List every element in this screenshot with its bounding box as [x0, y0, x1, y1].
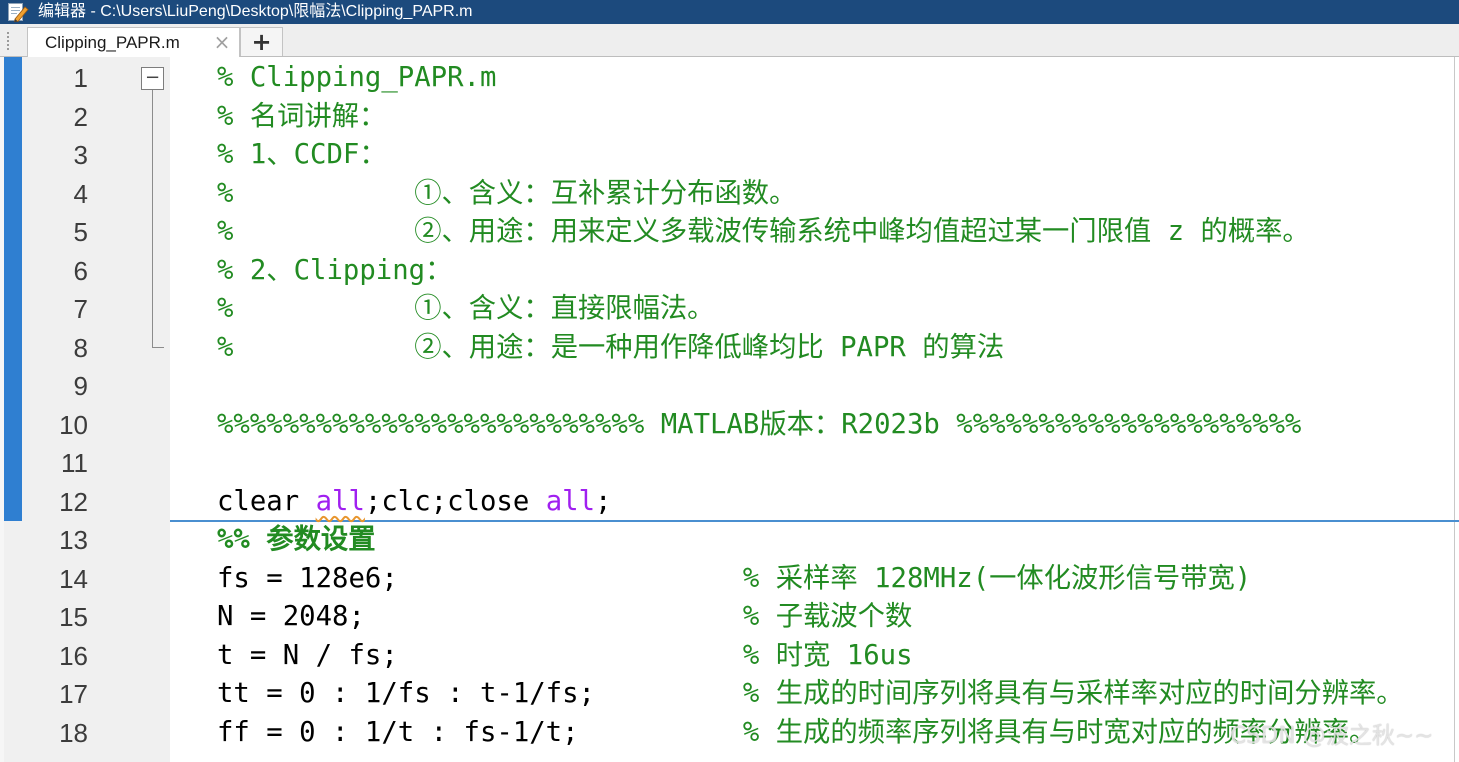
tab-bar-grip[interactable] — [7, 32, 11, 50]
code-token: ;clc;close — [364, 485, 546, 517]
code-token: t = N / fs; — [217, 639, 398, 671]
code-token: ; — [595, 485, 612, 517]
line-text[interactable]: fs = 128e6; % 采样率 128MHz(一体化波形信号带宽) — [217, 560, 1251, 599]
comment-token: % 采样率 128MHz(一体化波形信号带宽) — [742, 562, 1252, 594]
code-line: 5 % ②、用途：用来定义多载波传输系统中峰均值超过某一门限值 z 的概率。 — [0, 213, 1454, 252]
code-token: clear — [217, 485, 316, 517]
line-number[interactable]: 8 — [22, 329, 88, 368]
line-number[interactable]: 2 — [22, 98, 88, 137]
tab-label: Clipping_PAPR.m — [45, 33, 180, 52]
code-line: 2 % 名词讲解： — [0, 98, 1454, 137]
close-icon[interactable]: × — [213, 28, 231, 57]
code-editor[interactable]: − 1% Clipping_PAPR.m 2% 名词讲解： 3% 1、CCDF：… — [0, 57, 1459, 762]
add-tab-button[interactable]: + — [240, 27, 283, 56]
line-number[interactable]: 12 — [22, 483, 88, 522]
line-text[interactable]: %% 参数设置 — [217, 521, 376, 560]
line-text[interactable]: ff = 0 : 1/t : fs-1/t;% 生成的频率序列将具有与时宽对应的… — [217, 714, 1376, 753]
line-text[interactable]: t = N / fs; % 时宽 16us — [217, 637, 913, 676]
line-number[interactable]: 4 — [22, 175, 88, 214]
tab-bar: Clipping_PAPR.m × + — [0, 24, 1459, 57]
code-line: 9 — [0, 367, 1454, 406]
line-number[interactable]: 13 — [22, 521, 88, 560]
code-line: 17 tt = 0 : 1/fs : t-1/fs; % 生成的时间序列将具有与采样… — [0, 675, 1454, 714]
line-number[interactable]: 14 — [22, 560, 88, 599]
code-line: 16 t = N / fs; % 时宽 16us — [0, 637, 1454, 676]
comment-token: % ①、含义：互补累计分布函数。 — [217, 177, 797, 209]
line-number[interactable]: 11 — [22, 444, 88, 483]
line-number[interactable]: 3 — [22, 136, 88, 175]
line-text[interactable]: clear all;clc;close all; — [217, 483, 611, 522]
line-number[interactable]: 10 — [22, 406, 88, 445]
line-text[interactable]: % 1、CCDF： — [217, 136, 387, 175]
line-number[interactable]: 1 — [22, 59, 88, 98]
line-text[interactable]: % 名词讲解： — [217, 98, 386, 137]
line-text[interactable]: % ①、含义：直接限幅法。 — [217, 290, 714, 329]
line-number[interactable]: 17 — [22, 675, 88, 714]
title-bar: 编辑器 - C:\Users\LiuPeng\Desktop\限幅法\Clipp… — [0, 0, 1459, 24]
tab-clipping-papr[interactable]: Clipping_PAPR.m × — [27, 27, 240, 57]
comment-token: % 时宽 16us — [742, 639, 913, 671]
line-number[interactable]: 7 — [22, 290, 88, 329]
code-line: 3 % 1、CCDF： — [0, 136, 1454, 175]
comment-token: % 名词讲解： — [217, 100, 387, 132]
code-token: tt = 0 : 1/fs : t-1/fs; — [217, 678, 595, 709]
code-line: 8 % ②、用途：是一种用作降低峰均比 PAPR 的算法 — [0, 329, 1454, 368]
line-number[interactable]: 6 — [22, 252, 88, 291]
line-number[interactable]: 9 — [22, 367, 88, 406]
code-line: 12 clear all;clc;close all; — [0, 483, 1454, 522]
comment-token: % 1、CCDF： — [217, 139, 387, 170]
code-line: 14 fs = 128e6; % 采样率 128MHz(一体化波形信号带宽) — [0, 560, 1454, 599]
code-line: 1 % Clipping_PAPR.m — [0, 59, 1454, 98]
code-line: 11 — [0, 444, 1454, 483]
comment-token: % 2、Clipping： — [217, 254, 453, 286]
string-token: all — [545, 485, 596, 517]
editor-icon — [7, 2, 29, 23]
code-token: fs = 128e6; — [217, 562, 398, 594]
comment-token: %%%%%%%%%%%%%%%%%%%%%%%%%% MATLAB版本：R202… — [217, 408, 1302, 440]
code-line: 7 % ①、含义：直接限幅法。 — [0, 290, 1454, 329]
editor-right-border — [1454, 57, 1455, 762]
string-token: all — [315, 485, 365, 517]
line-text[interactable]: N = 2048; % 子载波个数 — [217, 598, 912, 637]
line-text[interactable]: % ①、含义：互补累计分布函数。 — [217, 175, 796, 214]
code-line: 10 %%%%%%%%%%%%%%%%%%%%%%%%%% MATLAB版本：R2… — [0, 406, 1454, 445]
code-lines: 1 % Clipping_PAPR.m 2 % 名词讲解： 3 % 1、CCDF： 4… — [0, 59, 1454, 752]
code-token: N = 2048; — [217, 601, 365, 632]
line-number[interactable]: 15 — [22, 598, 88, 637]
code-token: ff = 0 : 1/t : fs-1/t; — [217, 716, 579, 748]
comment-token: % 生成的时间序列将具有与采样率对应的时间分辨率。 — [742, 678, 1404, 709]
plus-icon: + — [251, 28, 272, 56]
code-line: 13 %% 参数设置 — [0, 521, 1454, 560]
line-number[interactable]: 16 — [22, 637, 88, 676]
section-title: %% 参数设置 — [217, 524, 376, 555]
comment-token: % ②、用途：用来定义多载波传输系统中峰均值超过某一门限值 z 的概率。 — [217, 216, 1310, 247]
comment-token: % ①、含义：直接限幅法。 — [217, 293, 715, 324]
comment-token: % Clipping_PAPR.m — [217, 62, 497, 93]
line-text[interactable]: %%%%%%%%%%%%%%%%%%%%%%%%%% MATLAB版本：R202… — [217, 406, 1301, 445]
watermark: CSDN @波之秋~~ — [1230, 723, 1434, 749]
line-text[interactable]: % Clipping_PAPR.m — [217, 59, 496, 98]
line-text[interactable]: % 2、Clipping： — [217, 252, 452, 291]
comment-token: % ②、用途：是一种用作降低峰均比 PAPR 的算法 — [217, 331, 1005, 363]
code-line: 6 % 2、Clipping： — [0, 252, 1454, 291]
line-number[interactable]: 18 — [22, 714, 88, 753]
comment-token: % 子载波个数 — [742, 601, 913, 632]
line-text[interactable]: % ②、用途：是一种用作降低峰均比 PAPR 的算法 — [217, 329, 1004, 368]
line-text[interactable]: % ②、用途：用来定义多载波传输系统中峰均值超过某一门限值 z 的概率。 — [217, 213, 1310, 252]
code-line: 4 % ①、含义：互补累计分布函数。 — [0, 175, 1454, 214]
code-line: 15 N = 2048; % 子载波个数 — [0, 598, 1454, 637]
window-title: 编辑器 - C:\Users\LiuPeng\Desktop\限幅法\Clipp… — [38, 3, 473, 20]
line-number[interactable]: 5 — [22, 213, 88, 252]
line-text[interactable]: tt = 0 : 1/fs : t-1/fs; % 生成的时间序列将具有与采样率对… — [217, 675, 1404, 714]
